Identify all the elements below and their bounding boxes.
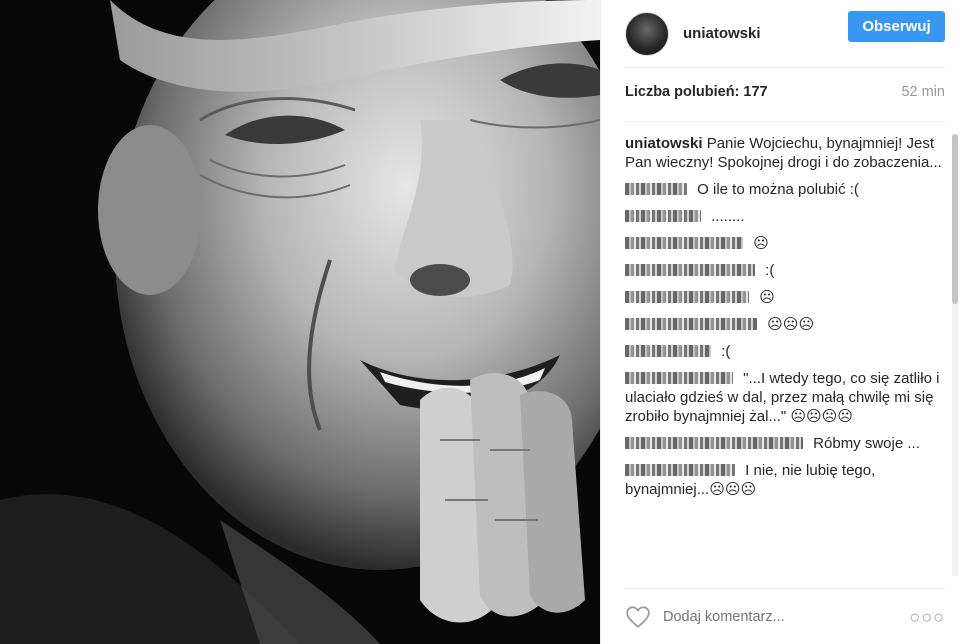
- heart-icon[interactable]: [625, 604, 651, 630]
- comment-input[interactable]: [663, 608, 903, 625]
- comment-text: :(: [765, 262, 775, 279]
- avatar[interactable]: [625, 11, 669, 56]
- redacted-author: [625, 372, 733, 384]
- redacted-author: [625, 291, 749, 303]
- post-side-panel: uniatowski Obserwuj Liczba polubień: 177…: [600, 0, 960, 644]
- redacted-author: [625, 264, 755, 276]
- redacted-author: [625, 318, 757, 330]
- list-item: "...I wtedy tego, co się zatliło i ulaci…: [625, 369, 947, 426]
- list-item: :(: [625, 261, 947, 280]
- redacted-author: [625, 210, 701, 222]
- follow-button[interactable]: Obserwuj: [848, 11, 945, 42]
- comment-text: Róbmy swoje ...: [813, 435, 920, 452]
- comment-author[interactable]: uniatowski: [625, 135, 703, 152]
- likes-row: Liczba polubień: 177 52 min: [625, 84, 945, 122]
- list-item: O ile to można polubić :(: [625, 180, 947, 199]
- redacted-author: [625, 464, 735, 476]
- post-timestamp[interactable]: 52 min: [901, 84, 945, 100]
- username-link[interactable]: uniatowski: [683, 25, 761, 42]
- list-item: uniatowski Panie Wojciechu, bynajmniej! …: [625, 134, 947, 172]
- comment-text: ☹: [753, 235, 769, 252]
- comments-list: uniatowski Panie Wojciechu, bynajmniej! …: [625, 134, 947, 576]
- more-dots-icon[interactable]: ○○○: [909, 607, 945, 628]
- redacted-author: [625, 345, 711, 357]
- redacted-author: [625, 237, 743, 249]
- comment-text: :(: [721, 343, 731, 360]
- comment-text: O ile to można polubić :(: [697, 181, 859, 198]
- photo-illustration: [0, 0, 600, 644]
- comment-text: ☹: [759, 289, 775, 306]
- comment-text: ........: [711, 208, 745, 225]
- list-item: ☹: [625, 234, 947, 253]
- list-item: ☹☹☹: [625, 315, 947, 334]
- list-item: Róbmy swoje ...: [625, 434, 947, 453]
- scrollbar-thumb[interactable]: [952, 134, 958, 304]
- list-item: I nie, nie lubię tego, bynajmniej...☹☹☹: [625, 461, 947, 499]
- list-item: ☹: [625, 288, 947, 307]
- likes-count[interactable]: Liczba polubień: 177: [625, 84, 768, 100]
- list-item: ........: [625, 207, 947, 226]
- post-header: uniatowski Obserwuj: [625, 0, 945, 68]
- redacted-author: [625, 183, 687, 195]
- comment-footer: ○○○: [625, 588, 945, 644]
- comments-scrollbar[interactable]: [952, 134, 958, 576]
- list-item: :(: [625, 342, 947, 361]
- post-photo[interactable]: [0, 0, 600, 644]
- redacted-author: [625, 437, 803, 449]
- comment-text: ☹☹☹: [767, 316, 815, 333]
